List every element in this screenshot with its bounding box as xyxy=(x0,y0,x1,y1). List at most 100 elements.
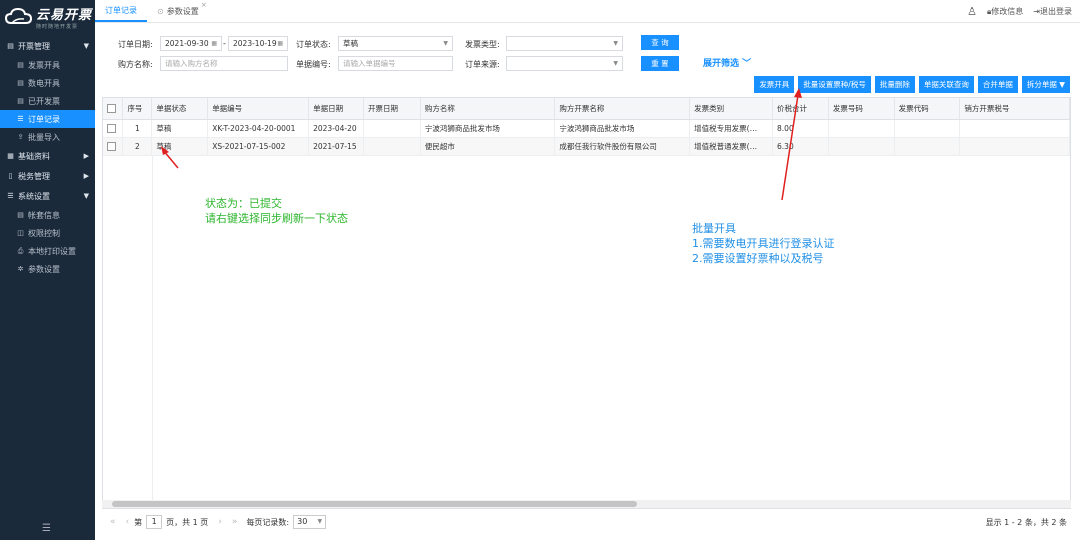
sidebar-group-invoice[interactable]: ▤ 开票管理 ▼ xyxy=(0,36,95,56)
sidebar-item-label: 发票开具 xyxy=(28,60,60,70)
table-row[interactable]: 2 草稿 XS-2021-07-15-002 2021-07-15 便民超市 成… xyxy=(103,137,1070,156)
sidebar-group-label: 开票管理 xyxy=(18,41,50,51)
next-page-button[interactable]: › xyxy=(218,517,222,527)
reset-button[interactable]: 重 置 xyxy=(641,56,679,71)
tab-orders[interactable]: 订单记录 xyxy=(95,0,147,22)
logo: 云易开票 随时随地开发票 xyxy=(0,0,95,34)
column-header[interactable]: 开票日期 xyxy=(363,98,421,120)
batch-note: 批量开具 1.需要数电开具进行登录认证 2.需要设置好票种以及税号 xyxy=(692,222,835,265)
column-header[interactable]: 发票号码 xyxy=(828,98,895,120)
column-header[interactable]: 单据日期 xyxy=(308,98,365,120)
sidebar-item-label: 帐套信息 xyxy=(28,210,60,220)
checkbox-icon xyxy=(107,141,116,151)
calendar-icon: ▦ xyxy=(277,40,283,47)
buyer-name-input[interactable]: 请输入购方名称 xyxy=(160,56,288,71)
horizontal-scrollbar[interactable] xyxy=(102,500,1071,508)
table-cell: 2023-04-20 xyxy=(308,119,365,138)
expand-filter-link[interactable]: 展开筛选 ﹀ xyxy=(703,56,751,69)
table-cell xyxy=(959,137,1070,156)
tab-params[interactable]: ⊙ 参数设置 × xyxy=(147,0,209,22)
brand-title: 云易开票 xyxy=(36,8,93,23)
table-cell: 6.30 xyxy=(772,137,829,156)
sidebar-item-orders[interactable]: ☰ 订单记录 xyxy=(0,110,95,128)
table-row[interactable]: 1 草稿 XK-T-2023-04-20-0001 2023-04-20 宁波鸿… xyxy=(103,119,1070,138)
table-cell xyxy=(363,137,421,156)
column-header[interactable]: 序号 xyxy=(122,98,153,120)
sidebar-item-label: 已开发票 xyxy=(28,96,60,106)
select-all-checkbox[interactable] xyxy=(103,98,124,120)
table-cell: XK-T-2023-04-20-0001 xyxy=(207,119,310,138)
menu-toggle-icon[interactable]: ☰ xyxy=(42,523,51,534)
column-header[interactable]: 单据编号 xyxy=(207,98,310,120)
order-source-select[interactable]: ▼ xyxy=(506,56,623,71)
batch-delete-button[interactable]: 批量删除 xyxy=(874,76,915,93)
table-cell: 宁波鸿狮商品批发市场 xyxy=(420,119,556,138)
per-page-select[interactable]: 30 ▼ xyxy=(293,515,327,529)
status-note: 状态为：已提交 请右键选择同步刷新一下状态 xyxy=(205,197,348,225)
brand-subtitle: 随时随地开发票 xyxy=(36,24,79,30)
scrollbar-thumb[interactable] xyxy=(112,501,637,507)
table-header: 序号 单据状态 单据编号 单据日期 开票日期 购方名称 购方开票名称 发票类别 … xyxy=(103,98,1070,120)
column-header[interactable]: 单据状态 xyxy=(151,98,209,120)
column-header[interactable]: 销方开票税号 xyxy=(959,98,1070,120)
invoice-type-select[interactable]: ▼ xyxy=(506,36,623,51)
per-page-value: 30 xyxy=(297,517,308,526)
sidebar-item-print[interactable]: ⎙ 本地打印设置 xyxy=(0,242,95,260)
list-icon: ☰ xyxy=(17,115,24,123)
order-date-label: 订单日期: xyxy=(118,40,153,49)
shield-icon: ◫ xyxy=(17,229,24,237)
column-header[interactable]: 购方开票名称 xyxy=(554,98,691,120)
sidebar-item-account[interactable]: ▤ 帐套信息 xyxy=(0,206,95,224)
settings-icon: ☰ xyxy=(7,192,14,200)
first-page-button[interactable]: « xyxy=(110,517,116,527)
date-to-input[interactable]: 2023-10-19 ▦ xyxy=(228,36,288,51)
sidebar-item-digital[interactable]: ▤ 数电开具 xyxy=(0,74,95,92)
column-header[interactable]: 价税合计 xyxy=(772,98,829,120)
edit-info-link[interactable]: 🔒︎修改信息 xyxy=(987,6,1023,17)
row-checkbox[interactable] xyxy=(103,119,124,138)
logout-link[interactable]: ⇥退出登录 xyxy=(1033,6,1072,17)
date-from-input[interactable]: 2021-09-30 ▦ xyxy=(160,36,222,51)
page-input[interactable]: 1 xyxy=(146,515,163,529)
order-status-select[interactable]: 草稿 ▼ xyxy=(338,36,453,51)
last-page-button[interactable]: » xyxy=(232,517,238,527)
row-checkbox[interactable] xyxy=(103,137,124,156)
sidebar-item-permission[interactable]: ◫ 权限控制 xyxy=(0,224,95,242)
close-icon[interactable]: × xyxy=(201,1,207,9)
table-cell: 草稿 xyxy=(151,137,209,156)
page-suffix: 页，共 1 页 xyxy=(166,517,209,527)
gear-icon: ✲ xyxy=(17,265,24,273)
table-cell: 宁波鸿狮商品批发市场 xyxy=(554,119,691,138)
doc-no-input[interactable]: 请输入单据编号 xyxy=(338,56,453,71)
tab-label: 参数设置 xyxy=(166,6,199,16)
sidebar-item-label: 数电开具 xyxy=(28,78,60,88)
sidebar-item-issue[interactable]: ▤ 发票开具 xyxy=(0,56,95,74)
issue-invoice-button[interactable]: 发票开具 xyxy=(754,76,795,93)
sidebar-group-basic[interactable]: ▦ 基础资料 ▶ xyxy=(0,146,95,166)
column-header[interactable]: 发票类别 xyxy=(689,98,774,120)
order-status-value: 草稿 xyxy=(343,39,358,48)
batch-set-type-button[interactable]: 批量设置票种/税号 xyxy=(798,76,871,93)
query-button[interactable]: 查 询 xyxy=(641,35,679,50)
document-icon: ▤ xyxy=(17,79,24,87)
sidebar-item-import[interactable]: ⇪ 批量导入 xyxy=(0,128,95,146)
user-icon[interactable]: ♙ xyxy=(967,5,977,18)
column-header[interactable]: 购方名称 xyxy=(420,98,556,120)
split-button[interactable]: 拆分单据 ▼ xyxy=(1021,76,1070,93)
sidebar-item-params[interactable]: ✲ 参数设置 xyxy=(0,260,95,278)
column-header[interactable]: 发票代码 xyxy=(894,98,961,120)
prev-page-button[interactable]: ‹ xyxy=(126,517,130,527)
calendar-icon: ▦ xyxy=(211,40,217,47)
table-cell: 2021-07-15 xyxy=(308,137,365,156)
sidebar-item-issued[interactable]: ▤ 已开发票 xyxy=(0,92,95,110)
sidebar-group-tax[interactable]: ▯ 税务管理 ▶ xyxy=(0,166,95,186)
table-cell: 增值税普通发票(… xyxy=(689,137,774,156)
sidebar-group-label: 系统设置 xyxy=(18,191,50,201)
date-separator: - xyxy=(223,39,226,48)
related-query-button[interactable]: 单据关联查询 xyxy=(918,76,974,93)
sidebar: 云易开票 随时随地开发票 ▤ 开票管理 ▼ ▤ 发票开具 ▤ 数电开具 ▤ 已开发票 … xyxy=(0,0,95,540)
sidebar-group-system[interactable]: ☰ 系统设置 ▼ xyxy=(0,186,95,206)
merge-button[interactable]: 合并单据 xyxy=(977,76,1018,93)
document-icon: ▤ xyxy=(17,61,24,69)
tab-bar: 订单记录 ⊙ 参数设置 × ♙ 🔒︎修改信息 ⇥退出登录 xyxy=(95,0,1080,23)
